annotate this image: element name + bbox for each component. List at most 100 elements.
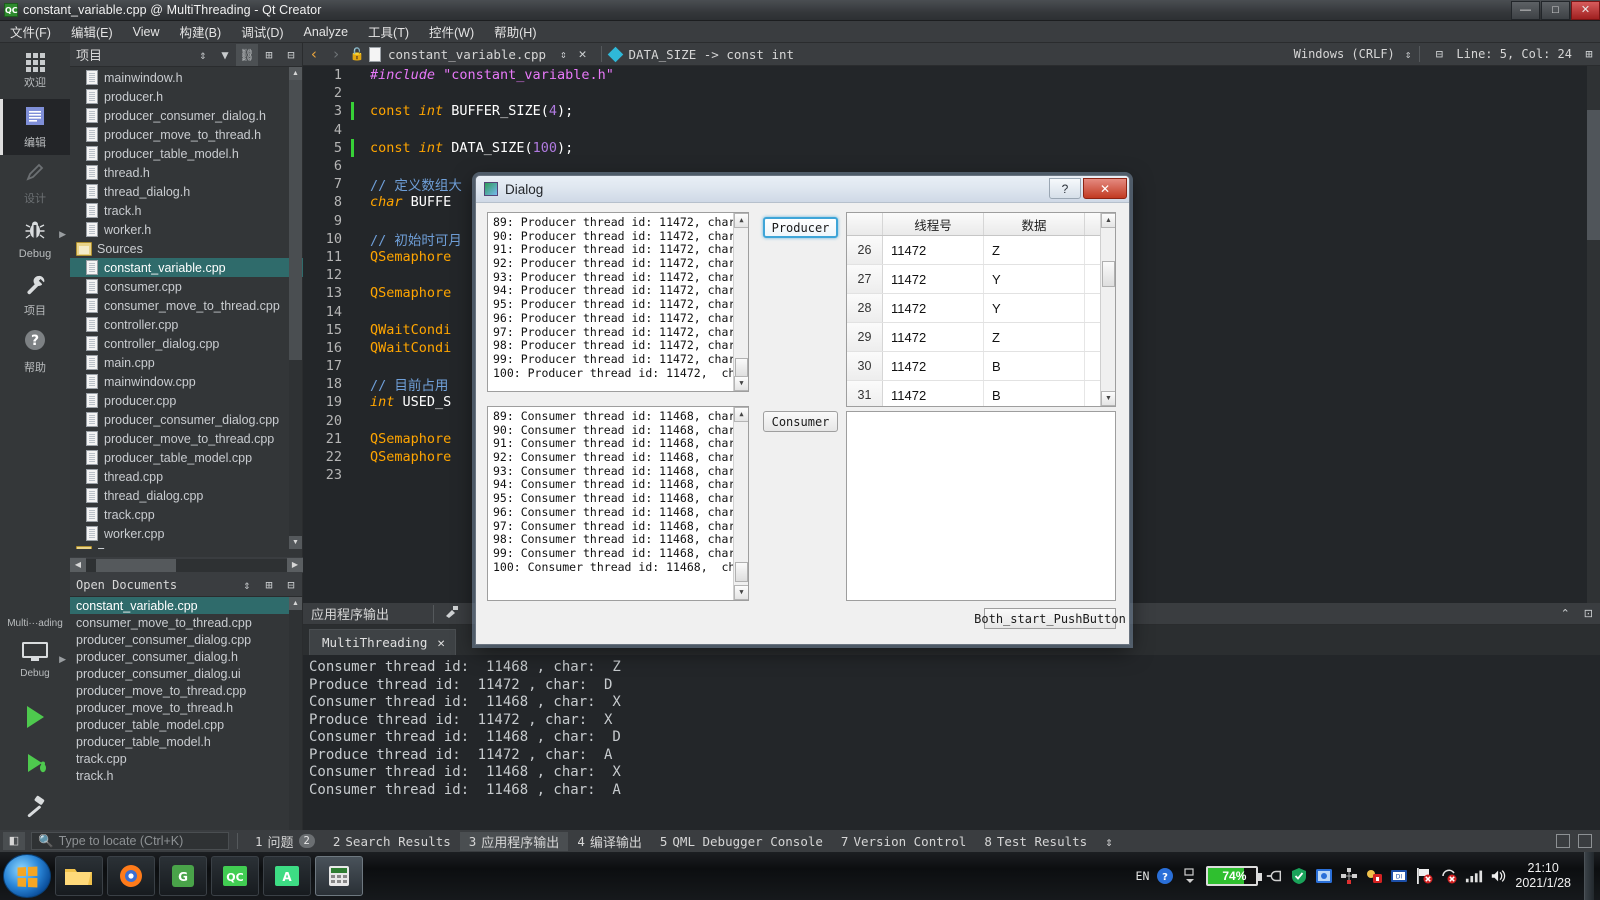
tree-file[interactable]: producer_move_to_thread.h [70, 125, 303, 144]
table-header-thread[interactable]: 线程号 [883, 213, 984, 235]
input-language-indicator[interactable]: EN [1136, 869, 1150, 883]
status-item-compile-output[interactable]: 4 编译输出 [568, 832, 651, 851]
tree-file[interactable]: consumer.cpp [70, 277, 303, 296]
table-row[interactable]: 30 11472 B [847, 352, 1115, 381]
editor-scroll-thumb[interactable] [1587, 110, 1600, 240]
tree-file[interactable]: consumer_move_to_thread.cpp [70, 296, 303, 315]
producer-list[interactable]: 89: Producer thread id: 11472, char: B 90… [487, 212, 749, 392]
chevron-right-icon[interactable]: ▶ [59, 229, 66, 240]
dictionary-icon[interactable]: DI [1390, 867, 1408, 885]
project-file-tree[interactable]: mainwindow.h producer.h producer_consumer_… [70, 67, 303, 549]
taskbar-file-explorer-icon[interactable] [55, 856, 103, 896]
scroll-down-icon-table[interactable]: ▼ [1101, 391, 1115, 406]
tree-file[interactable]: track.h [70, 201, 303, 220]
help-circle-icon[interactable]: ? [1156, 867, 1174, 885]
scroll-up-icon-open[interactable]: ▲ [289, 597, 302, 610]
consumer-log-line[interactable]: 100: Consumer thread id: 11468, char: A [488, 560, 748, 574]
open-document-item[interactable]: consumer_move_to_thread.cpp [70, 614, 290, 631]
close-panel-icon-output[interactable]: ⊡ [1577, 607, 1600, 620]
screenshot-icon[interactable] [1315, 867, 1333, 885]
table-cell-thread[interactable]: 11472 [883, 352, 984, 380]
menu-build[interactable]: 构建(B) [170, 20, 232, 43]
statusbar-updown-icon[interactable]: ⇕ [1096, 834, 1122, 849]
table-row[interactable]: 31 11472 B [847, 381, 1115, 406]
tree-file[interactable]: controller_dialog.cpp [70, 334, 303, 353]
tree-folder[interactable]: Sources [70, 239, 303, 258]
menu-analyze[interactable]: Analyze [294, 23, 358, 41]
mode-help[interactable]: ? 帮助 [0, 323, 70, 379]
tree-folder[interactable]: Forms [70, 543, 303, 549]
hscroll-thumb[interactable] [96, 558, 177, 572]
consumer-log-line[interactable]: 92: Consumer thread id: 11468, char: B [488, 450, 748, 464]
menu-tools[interactable]: 工具(T) [358, 20, 419, 43]
table-row[interactable]: 26 11472 Z [847, 236, 1115, 265]
producer-button[interactable]: Producer [763, 217, 838, 238]
close-panel-icon[interactable]: ⊟ [280, 44, 302, 66]
code-line[interactable]: 2 [303, 84, 1600, 102]
producer-log-line[interactable]: 89: Producer thread id: 11472, char: B [488, 215, 748, 229]
unlock-icon[interactable]: 🔓 [347, 47, 367, 61]
taskbar-pdf-reader-icon[interactable]: G [159, 856, 207, 896]
consumer-log-line[interactable]: 97: Consumer thread id: 11468, char: X [488, 519, 748, 533]
chevron-left-icon[interactable]: ‹ [303, 45, 325, 63]
open-document-item[interactable]: producer_move_to_thread.cpp [70, 682, 290, 699]
open-document-item[interactable]: track.h [70, 767, 290, 784]
menu-help[interactable]: 帮助(H) [484, 20, 546, 43]
dialog-close-button[interactable]: ✕ [1083, 177, 1127, 199]
menu-edit[interactable]: 编辑(E) [61, 20, 123, 43]
consumer-list[interactable]: 89: Consumer thread id: 11468, char: B 90… [487, 406, 749, 601]
consumer-log-line[interactable]: 93: Consumer thread id: 11468, char: A [488, 464, 748, 478]
sync-arrows-icon-open[interactable]: ⇕ [236, 574, 258, 596]
volume-icon[interactable] [1490, 867, 1508, 885]
table-row[interactable]: 29 11472 Z [847, 323, 1115, 352]
editor-vertical-scrollbar[interactable] [1587, 66, 1600, 603]
maximize-button[interactable]: □ [1541, 0, 1570, 20]
consumer-log-line[interactable]: 94: Consumer thread id: 11468, char: X [488, 477, 748, 491]
output-toggle-icon[interactable] [1578, 834, 1592, 848]
scroll-up-icon[interactable]: ▲ [734, 213, 748, 228]
tree-file[interactable]: producer_table_model.cpp [70, 448, 303, 467]
show-hidden-icon[interactable] [1181, 867, 1199, 885]
tree-file[interactable]: producer_consumer_dialog.h [70, 106, 303, 125]
status-item-qml-debugger[interactable]: 5 QML Debugger Console [651, 834, 832, 849]
producer-log-line[interactable]: 93: Producer thread id: 11472, char: A [488, 270, 748, 284]
scroll-up-icon[interactable]: ▲ [734, 407, 748, 422]
open-document-item[interactable]: producer_table_model.cpp [70, 716, 290, 733]
close-panel-icon-open[interactable]: ⊟ [280, 574, 302, 596]
tree-file[interactable]: thread.h [70, 163, 303, 182]
scroll-up-icon-table[interactable]: ▲ [1101, 213, 1115, 228]
taskbar-qt-creator-icon[interactable]: QC [211, 856, 259, 896]
tree-file[interactable]: producer.cpp [70, 391, 303, 410]
producer-log-line[interactable]: 94: Producer thread id: 11472, char: X [488, 283, 748, 297]
lock-icon[interactable] [1365, 867, 1383, 885]
clock[interactable]: 21:10 2021/1/28 [1515, 861, 1571, 891]
tree-file[interactable]: worker.h [70, 220, 303, 239]
taskbar-firefox-icon[interactable] [107, 856, 155, 896]
scroll-down-icon[interactable]: ▼ [734, 585, 748, 600]
build-button[interactable] [0, 786, 70, 830]
table-row[interactable]: 27 11472 Y [847, 265, 1115, 294]
battery-indicator[interactable]: 74% [1206, 866, 1263, 886]
data-table[interactable]: 线程号 数据 26 11472 Z 27 11472 Y 28 11472 Y 29 11472 Z 3… [846, 212, 1116, 407]
consumer-data-table[interactable] [846, 411, 1116, 601]
menu-view[interactable]: View [123, 23, 170, 41]
menu-file[interactable]: 文件(F) [0, 20, 61, 43]
table-cell-thread[interactable]: 11472 [883, 323, 984, 351]
windows-start-icon[interactable] [3, 854, 51, 898]
scroll-right-icon[interactable]: ▶ [287, 558, 303, 572]
producer-log-line[interactable]: 92: Producer thread id: 11472, char: B [488, 256, 748, 270]
sync-blocked-icon[interactable] [1440, 867, 1458, 885]
table-cell-data[interactable]: B [984, 352, 1085, 380]
output-log[interactable]: Consumer thread id: 11468 , char: Z Produ… [303, 655, 1600, 830]
power-plug-icon[interactable] [1265, 867, 1283, 885]
producer-log-line[interactable]: 97: Producer thread id: 11472, char: X [488, 325, 748, 339]
both-start-button[interactable]: Both_start_PushButton [974, 608, 1126, 629]
producer-log-line[interactable]: 95: Producer thread id: 11472, char: A [488, 297, 748, 311]
tree-file[interactable]: mainwindow.cpp [70, 372, 303, 391]
menu-debug[interactable]: 调试(D) [231, 20, 293, 43]
producer-log-line[interactable]: 98: Producer thread id: 11472, char: D [488, 338, 748, 352]
scroll-up-icon[interactable]: ▲ [289, 67, 302, 80]
producer-log-line[interactable]: 99: Producer thread id: 11472, char: X [488, 352, 748, 366]
signal-bars-icon[interactable] [1465, 867, 1483, 885]
mode-edit[interactable]: 编辑 [0, 99, 70, 155]
